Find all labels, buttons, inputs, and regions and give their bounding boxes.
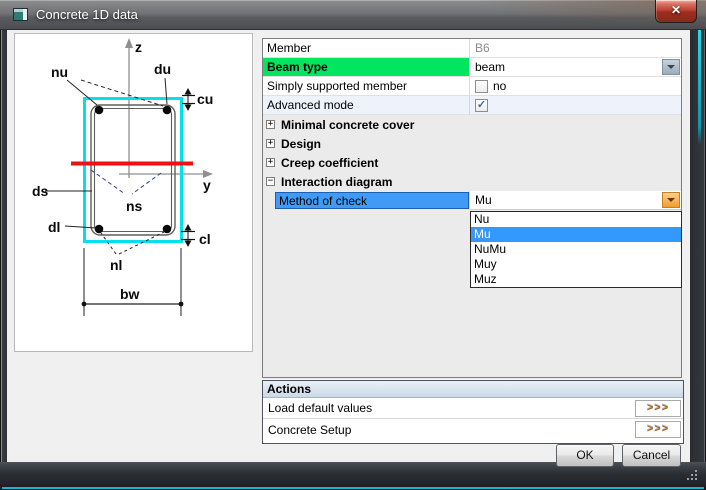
simply-supported-checkbox[interactable] [475,80,488,93]
expand-icon[interactable]: + [266,139,275,148]
property-label: Advanced mode [263,96,470,114]
label-ns: ns [126,198,143,214]
z-axis-arrow-icon [125,38,133,48]
label-z: z [135,39,142,55]
ns-leader-right [132,173,161,194]
dropdown-option-mu-selected[interactable]: Mu [471,227,681,242]
action-row-concrete-setup: Concrete Setup >>> [263,419,683,440]
bw-dim-dot-right [179,302,184,307]
property-row-method-of-check[interactable]: Method of check Mu [263,191,681,210]
cu-arrow-down-icon [185,105,192,112]
section-outline [85,99,182,242]
method-of-check-label-selected[interactable]: Method of check [275,192,469,209]
collapse-icon[interactable]: − [266,177,275,186]
label-du: du [154,61,171,77]
du-leader [165,78,167,104]
method-of-check-value: Mu [475,193,492,207]
actions-panel: Actions Load default values >>> Concrete… [262,380,684,444]
advanced-mode-checkbox[interactable]: ✓ [475,99,488,112]
property-grid: Member B6 Beam type beam Simply supporte… [262,38,682,378]
property-row-beam-type[interactable]: Beam type beam [263,58,681,77]
method-of-check-labelwrap: Method of check [263,191,470,210]
nl-leader-left [101,233,116,254]
window-frame-left [0,30,7,462]
group-label: Design [281,137,321,151]
dialog-window: Concrete 1D data ✕ [0,0,706,490]
dropdown-option-numu[interactable]: NuMu [471,242,681,257]
dropdown-option-muz[interactable]: Muz [471,272,681,287]
property-value: B6 [470,39,681,57]
action-label: Concrete Setup [263,423,635,437]
group-row-minimal-concrete-cover[interactable]: + Minimal concrete cover [263,115,681,134]
frame-accent [698,30,701,145]
action-row-load-defaults: Load default values >>> [263,398,683,419]
expand-icon[interactable]: + [266,158,275,167]
property-row-member[interactable]: Member B6 [263,39,681,58]
nu-leader [67,80,97,105]
property-value: no [470,77,681,95]
label-cl: cl [199,231,211,247]
cl-arrow-up-icon [185,224,192,231]
dropdown-option-nu[interactable]: Nu [471,212,681,227]
expand-icon[interactable]: + [266,120,275,129]
group-row-interaction-diagram[interactable]: − Interaction diagram [263,172,681,191]
ok-button[interactable]: OK [556,444,614,467]
group-label: Interaction diagram [281,175,392,189]
group-label: Minimal concrete cover [281,118,414,132]
property-label: Simply supported member [263,77,470,95]
dropdown-option-muy[interactable]: Muy [471,257,681,272]
stirrup-outer [91,105,175,235]
cancel-button[interactable]: Cancel [622,444,681,467]
label-dl: dl [48,219,60,235]
chevron-down-icon [667,198,675,202]
label-nu: nu [51,64,68,80]
close-button[interactable]: ✕ [655,0,697,23]
load-default-values-button[interactable]: >>> [635,400,681,417]
action-label: Load default values [263,401,635,415]
app-icon [13,8,28,21]
window-title: Concrete 1D data [36,7,138,22]
rebar-bottom-left [95,225,104,234]
bw-dim-dot-left [82,302,87,307]
member-value: B6 [475,41,490,55]
group-label: Creep coefficient [281,156,378,170]
cross-section-svg: z y nu du cu ds ns dl cl nl bw [15,34,252,351]
dropdown-button[interactable] [662,59,680,75]
checkbox-label: no [493,79,506,93]
beam-type-select[interactable]: beam [470,58,681,76]
label-y: y [203,177,211,193]
property-label: Member [263,39,470,57]
cross-section-diagram: z y nu du cu ds ns dl cl nl bw [14,33,253,352]
property-row-advanced-mode[interactable]: Advanced mode ✓ [263,96,681,115]
frame-bottom-accent [2,487,704,489]
group-row-creep-coefficient[interactable]: + Creep coefficient [263,153,681,172]
label-ds: ds [32,183,49,199]
property-row-simply-supported[interactable]: Simply supported member no [263,77,681,96]
method-of-check-select[interactable]: Mu [470,191,681,210]
beam-type-value: beam [475,60,505,74]
label-nl: nl [110,257,122,273]
method-dropdown-list: Nu Mu NuMu Muy Muz [470,211,682,288]
cl-arrow-down-icon [185,241,192,248]
concrete-setup-button[interactable]: >>> [635,421,681,438]
window-frame-right [690,30,706,462]
property-value: ✓ [470,96,681,114]
dropdown-button-open[interactable] [662,192,680,208]
rebar-top-left [95,106,104,115]
actions-header: Actions [263,381,683,398]
resize-grip[interactable] [685,468,699,482]
group-row-design[interactable]: + Design [263,134,681,153]
label-bw: bw [120,286,140,302]
property-label: Beam type [263,58,470,76]
rebar-top-right [163,106,172,115]
label-cu: cu [197,91,213,107]
cu-arrow-up-icon [185,88,192,95]
chevron-down-icon [667,65,675,69]
